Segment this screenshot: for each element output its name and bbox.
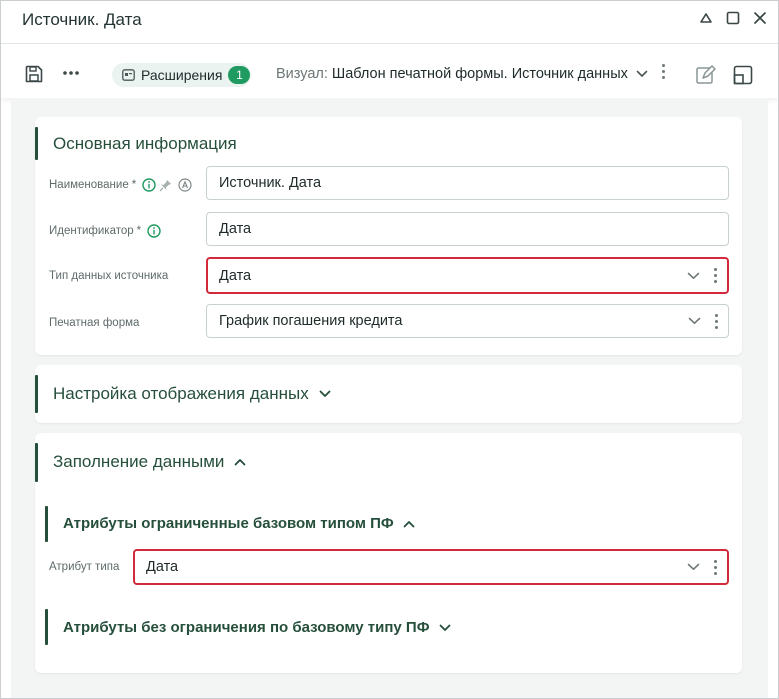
unrestricted-attrs-title: Атрибуты без ограничения по базовому тип…: [63, 619, 430, 636]
extensions-icon: [122, 69, 135, 81]
required-mark: *: [131, 179, 137, 191]
restore-icon[interactable]: [724, 9, 741, 26]
toolbar: Расширения 1 Визуал: Шаблон печатной фор…: [1, 44, 778, 98]
window-controls: [697, 9, 768, 26]
data-fill-card: Заполнение данными Атрибуты ограниченные…: [35, 433, 742, 673]
chevron-down-icon[interactable]: [687, 563, 700, 571]
close-icon[interactable]: [751, 9, 768, 26]
attr-type-label: Атрибут типа: [49, 561, 120, 573]
id-input-value: Дата: [219, 221, 252, 237]
source-type-value: Дата: [219, 267, 252, 284]
name-input-value: Источник. Дата: [219, 175, 322, 191]
kebab-icon[interactable]: [714, 268, 717, 283]
visual-value: Шаблон печатной формы. Источник данных: [331, 66, 628, 82]
auto-letter-icon[interactable]: [178, 178, 192, 192]
layout-icon[interactable]: [733, 65, 753, 85]
expand-icon[interactable]: [697, 9, 714, 26]
subsection-marker: [45, 609, 48, 645]
chevron-up-icon: [234, 458, 246, 466]
info-icon[interactable]: [147, 224, 161, 238]
id-field-label: Идентификатор *: [49, 224, 161, 238]
subsection-marker: [45, 506, 48, 542]
extensions-label: Расширения: [141, 67, 223, 83]
data-fill-title: Заполнение данными: [53, 452, 225, 471]
pin-icon[interactable]: [159, 179, 172, 192]
source-type-select[interactable]: Дата: [206, 257, 729, 294]
kebab-icon[interactable]: [662, 64, 665, 79]
chevron-down-icon[interactable]: [687, 272, 700, 280]
main-info-title: Основная информация: [53, 134, 237, 153]
edit-icon[interactable]: [695, 64, 717, 86]
extensions-button[interactable]: Расширения 1: [112, 63, 251, 87]
display-settings-header[interactable]: Настройка отображения данных: [53, 384, 331, 404]
chevron-down-icon: [319, 390, 331, 398]
restricted-attrs-title: Атрибуты ограниченные базовом типом ПФ: [63, 515, 394, 532]
attr-type-value: Дата: [146, 559, 179, 575]
main-info-card: Основная информация Наименование * Источ…: [35, 117, 742, 355]
display-settings-title: Настройка отображения данных: [53, 384, 309, 403]
kebab-icon[interactable]: [714, 559, 717, 575]
unrestricted-attrs-header[interactable]: Атрибуты без ограничения по базовому тип…: [63, 619, 451, 636]
kebab-icon[interactable]: [715, 313, 718, 329]
display-settings-card: Настройка отображения данных: [35, 365, 742, 423]
chevron-down-icon: [636, 70, 648, 78]
section-marker: [35, 375, 38, 413]
chevron-down-icon: [439, 624, 451, 632]
chevron-up-icon: [403, 520, 415, 528]
dialog-window: Источник. Дата Расширения 1 Визуал: Шабл…: [0, 0, 779, 699]
visual-key: Визуал:: [276, 66, 328, 82]
id-label-text: Идентификатор: [49, 225, 134, 237]
name-label-text: Наименование: [49, 179, 129, 191]
info-icon[interactable]: [142, 178, 156, 192]
print-form-label: Печатная форма: [49, 317, 140, 329]
restricted-attrs-header[interactable]: Атрибуты ограниченные базовом типом ПФ: [63, 515, 415, 532]
print-form-value: График погашения кредита: [219, 313, 403, 329]
form-content: Основная информация Наименование * Источ…: [11, 98, 768, 698]
save-icon[interactable]: [24, 64, 44, 84]
name-input[interactable]: Источник. Дата: [206, 166, 729, 200]
more-icon[interactable]: [62, 70, 80, 76]
window-title: Источник. Дата: [22, 10, 142, 29]
section-marker: [35, 127, 38, 160]
visual-selector[interactable]: Визуал: Шаблон печатной формы. Источник …: [276, 66, 648, 82]
title-bar: Источник. Дата: [1, 1, 778, 44]
required-mark: *: [136, 225, 142, 237]
source-type-label: Тип данных источника: [49, 270, 169, 282]
attr-type-select[interactable]: Дата: [133, 549, 729, 585]
section-marker: [35, 443, 38, 482]
extensions-count-badge: 1: [228, 66, 251, 84]
data-fill-header[interactable]: Заполнение данными: [53, 452, 246, 472]
chevron-down-icon[interactable]: [688, 317, 701, 325]
name-field-label: Наименование *: [49, 178, 192, 192]
print-form-select[interactable]: График погашения кредита: [206, 304, 729, 338]
id-input[interactable]: Дата: [206, 212, 729, 246]
